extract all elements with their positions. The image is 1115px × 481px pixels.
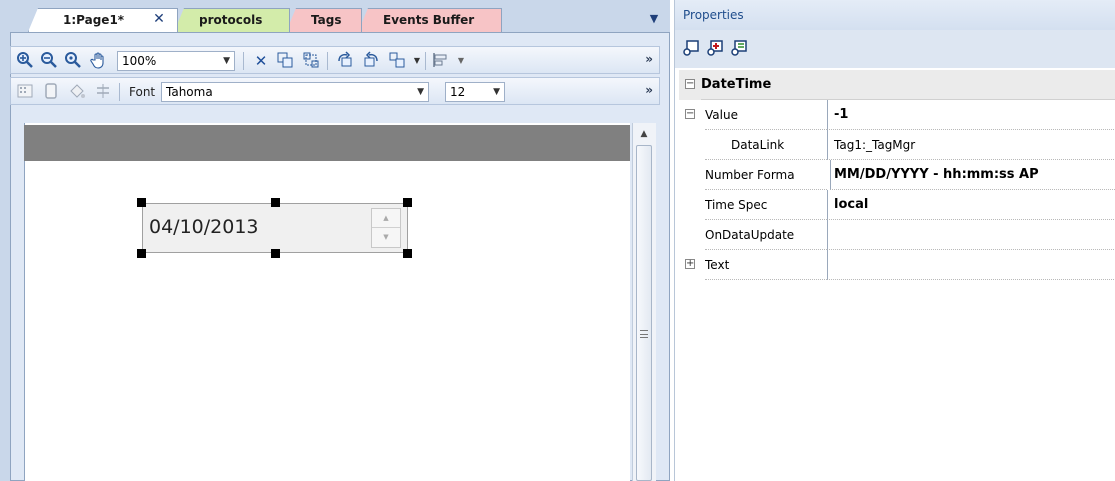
row-gutter	[679, 190, 701, 220]
selection-handle[interactable]	[137, 198, 146, 207]
arrange-icon[interactable]	[387, 51, 407, 71]
add-property-icon[interactable]	[705, 39, 725, 57]
font-label: Font	[129, 85, 156, 99]
alphabetical-view-icon[interactable]	[729, 39, 749, 57]
pan-hand-icon[interactable]	[89, 51, 109, 71]
vertical-scrollbar[interactable]: ▲	[632, 123, 656, 481]
property-row-text[interactable]: + Text	[679, 250, 1115, 280]
property-value[interactable]	[827, 220, 1115, 250]
expand-icon[interactable]: +	[685, 259, 695, 269]
selection-handle[interactable]	[271, 249, 280, 258]
property-row-time-spec[interactable]: Time Spec local	[679, 190, 1115, 220]
row-gutter: −	[679, 70, 701, 100]
selection-handle[interactable]	[403, 249, 412, 258]
categorized-view-icon[interactable]	[681, 39, 701, 57]
property-row-ondataupdate[interactable]: OnDataUpdate	[679, 220, 1115, 250]
grip-icon	[640, 330, 648, 338]
property-name: Value	[705, 100, 827, 130]
chevron-down-icon: ▼	[493, 87, 500, 97]
close-tab-icon[interactable]: ✕	[150, 10, 168, 28]
property-name: Time Spec	[705, 190, 827, 220]
selection-handle[interactable]	[403, 198, 412, 207]
category-label: DateTime	[701, 70, 1115, 100]
row-gutter: −	[679, 100, 701, 130]
font-size-select[interactable]: 12 ▼	[445, 82, 505, 102]
font-size-value: 12	[450, 85, 466, 99]
chevron-down-icon[interactable]: ▼	[451, 51, 471, 71]
property-value[interactable]: -1	[827, 100, 1115, 130]
datetime-value: 04/10/2013	[149, 216, 259, 238]
format-toolbar: Font Tahoma ▼ 12 ▼ »	[10, 77, 660, 105]
zoom-in-icon[interactable]	[15, 51, 35, 71]
property-name: OnDataUpdate	[705, 220, 827, 250]
toolbar-overflow-icon[interactable]: »	[645, 83, 653, 97]
row-gutter	[679, 220, 701, 250]
spinner-up-icon[interactable]: ▲	[372, 209, 400, 228]
page-editor: Events Buffer Tags protocols 1:Page1* ✕ …	[0, 0, 670, 481]
properties-toolbar	[675, 30, 1115, 68]
delete-icon[interactable]: ✕	[251, 51, 271, 71]
property-name: DataLink	[705, 130, 827, 160]
chevron-down-icon: ▼	[223, 56, 230, 66]
zoom-out-icon[interactable]	[39, 51, 59, 71]
ungroup-icon[interactable]	[301, 51, 321, 71]
property-value[interactable]	[827, 250, 1115, 280]
datetime-spinner[interactable]: ▲ ▼	[371, 208, 401, 248]
collapse-icon[interactable]: −	[685, 109, 695, 119]
property-row-number-format[interactable]: Number Forma MM/DD/YYYY - hh:mm:ss AP	[679, 160, 1115, 190]
chevron-down-icon: ▼	[417, 87, 424, 97]
line-style-icon[interactable]	[93, 82, 113, 102]
zoom-level-select[interactable]: 100% ▼	[117, 51, 235, 71]
tab-protocols[interactable]: protocols	[174, 8, 290, 32]
paint-bucket-icon[interactable]	[67, 82, 87, 102]
property-name: Text	[705, 250, 827, 280]
document-tab-strip: Events Buffer Tags protocols 1:Page1* ✕ …	[0, 0, 670, 32]
toolbar-separator	[243, 52, 244, 70]
toolbar-overflow-icon[interactable]: »	[645, 52, 653, 66]
properties-title: Properties	[675, 0, 1115, 30]
zoom-toolbar: 100% ▼ ✕ ▼ ▼ »	[10, 46, 660, 74]
selection-handle[interactable]	[271, 198, 280, 207]
group-icon[interactable]	[275, 51, 295, 71]
row-gutter	[679, 160, 701, 190]
zoom-level-value: 100%	[122, 54, 157, 68]
page-canvas[interactable]	[24, 123, 630, 481]
property-value[interactable]: local	[827, 190, 1115, 220]
toolbar-separator	[425, 52, 426, 70]
tabs-dropdown-icon[interactable]: ▼	[644, 12, 664, 28]
datetime-control[interactable]: 04/10/2013 ▲ ▼	[142, 203, 408, 253]
property-row-value[interactable]: − Value -1	[679, 100, 1115, 130]
property-value[interactable]: MM/DD/YYYY - hh:mm:ss AP	[830, 160, 1115, 190]
property-grid: − DateTime − Value -1 DataLink Tag1:_Tag…	[679, 70, 1115, 481]
properties-panel: Properties − DateTime − Value -1 DataLin…	[674, 0, 1115, 481]
font-family-value: Tahoma	[166, 85, 213, 99]
zoom-fit-icon[interactable]	[63, 51, 83, 71]
fill-pattern-icon[interactable]	[15, 82, 35, 102]
property-name: Number Forma	[705, 160, 827, 190]
font-family-select[interactable]: Tahoma ▼	[161, 82, 429, 102]
canvas-header-bar	[24, 125, 630, 161]
row-gutter	[679, 130, 701, 160]
toolbar-separator	[119, 83, 120, 101]
selection-handle[interactable]	[137, 249, 146, 258]
property-row-datalink[interactable]: DataLink Tag1:_TagMgr	[679, 130, 1115, 160]
row-gutter: +	[679, 250, 701, 280]
send-backward-icon[interactable]	[361, 51, 381, 71]
scroll-up-icon[interactable]: ▲	[633, 129, 655, 143]
toolbar-separator	[327, 52, 328, 70]
scrollbar-thumb[interactable]	[636, 145, 652, 481]
tab-tags[interactable]: Tags	[286, 8, 362, 32]
tab-events-buffer[interactable]: Events Buffer	[358, 8, 502, 32]
collapse-icon[interactable]: −	[685, 79, 695, 89]
align-left-icon[interactable]	[431, 51, 451, 71]
chevron-down-icon[interactable]: ▼	[407, 51, 427, 71]
category-row-datetime[interactable]: − DateTime	[679, 70, 1115, 100]
border-icon[interactable]	[41, 82, 61, 102]
property-value[interactable]: Tag1:_TagMgr	[827, 130, 1115, 160]
bring-forward-icon[interactable]	[335, 51, 355, 71]
spinner-down-icon[interactable]: ▼	[372, 228, 400, 247]
